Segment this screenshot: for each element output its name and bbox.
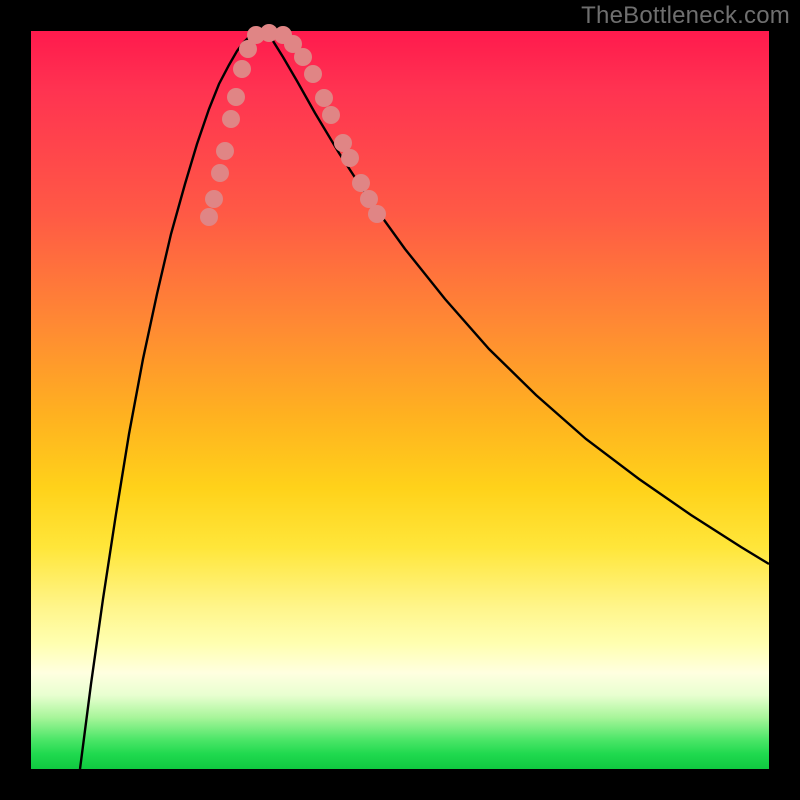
highlight-dot	[211, 164, 229, 182]
highlight-dot	[341, 149, 359, 167]
highlight-dot	[304, 65, 322, 83]
highlight-dot	[294, 48, 312, 66]
highlight-dot	[368, 205, 386, 223]
highlight-dot	[216, 142, 234, 160]
highlight-dots	[200, 24, 386, 226]
highlight-dot	[227, 88, 245, 106]
highlight-dot	[322, 106, 340, 124]
curve-right	[266, 33, 769, 564]
highlight-dot	[352, 174, 370, 192]
chart-svg	[31, 31, 769, 769]
highlight-dot	[205, 190, 223, 208]
highlight-dot	[222, 110, 240, 128]
watermark-text: TheBottleneck.com	[581, 2, 790, 30]
chart-frame: TheBottleneck.com	[0, 0, 800, 800]
highlight-dot	[233, 60, 251, 78]
highlight-dot	[315, 89, 333, 107]
highlight-dot	[200, 208, 218, 226]
